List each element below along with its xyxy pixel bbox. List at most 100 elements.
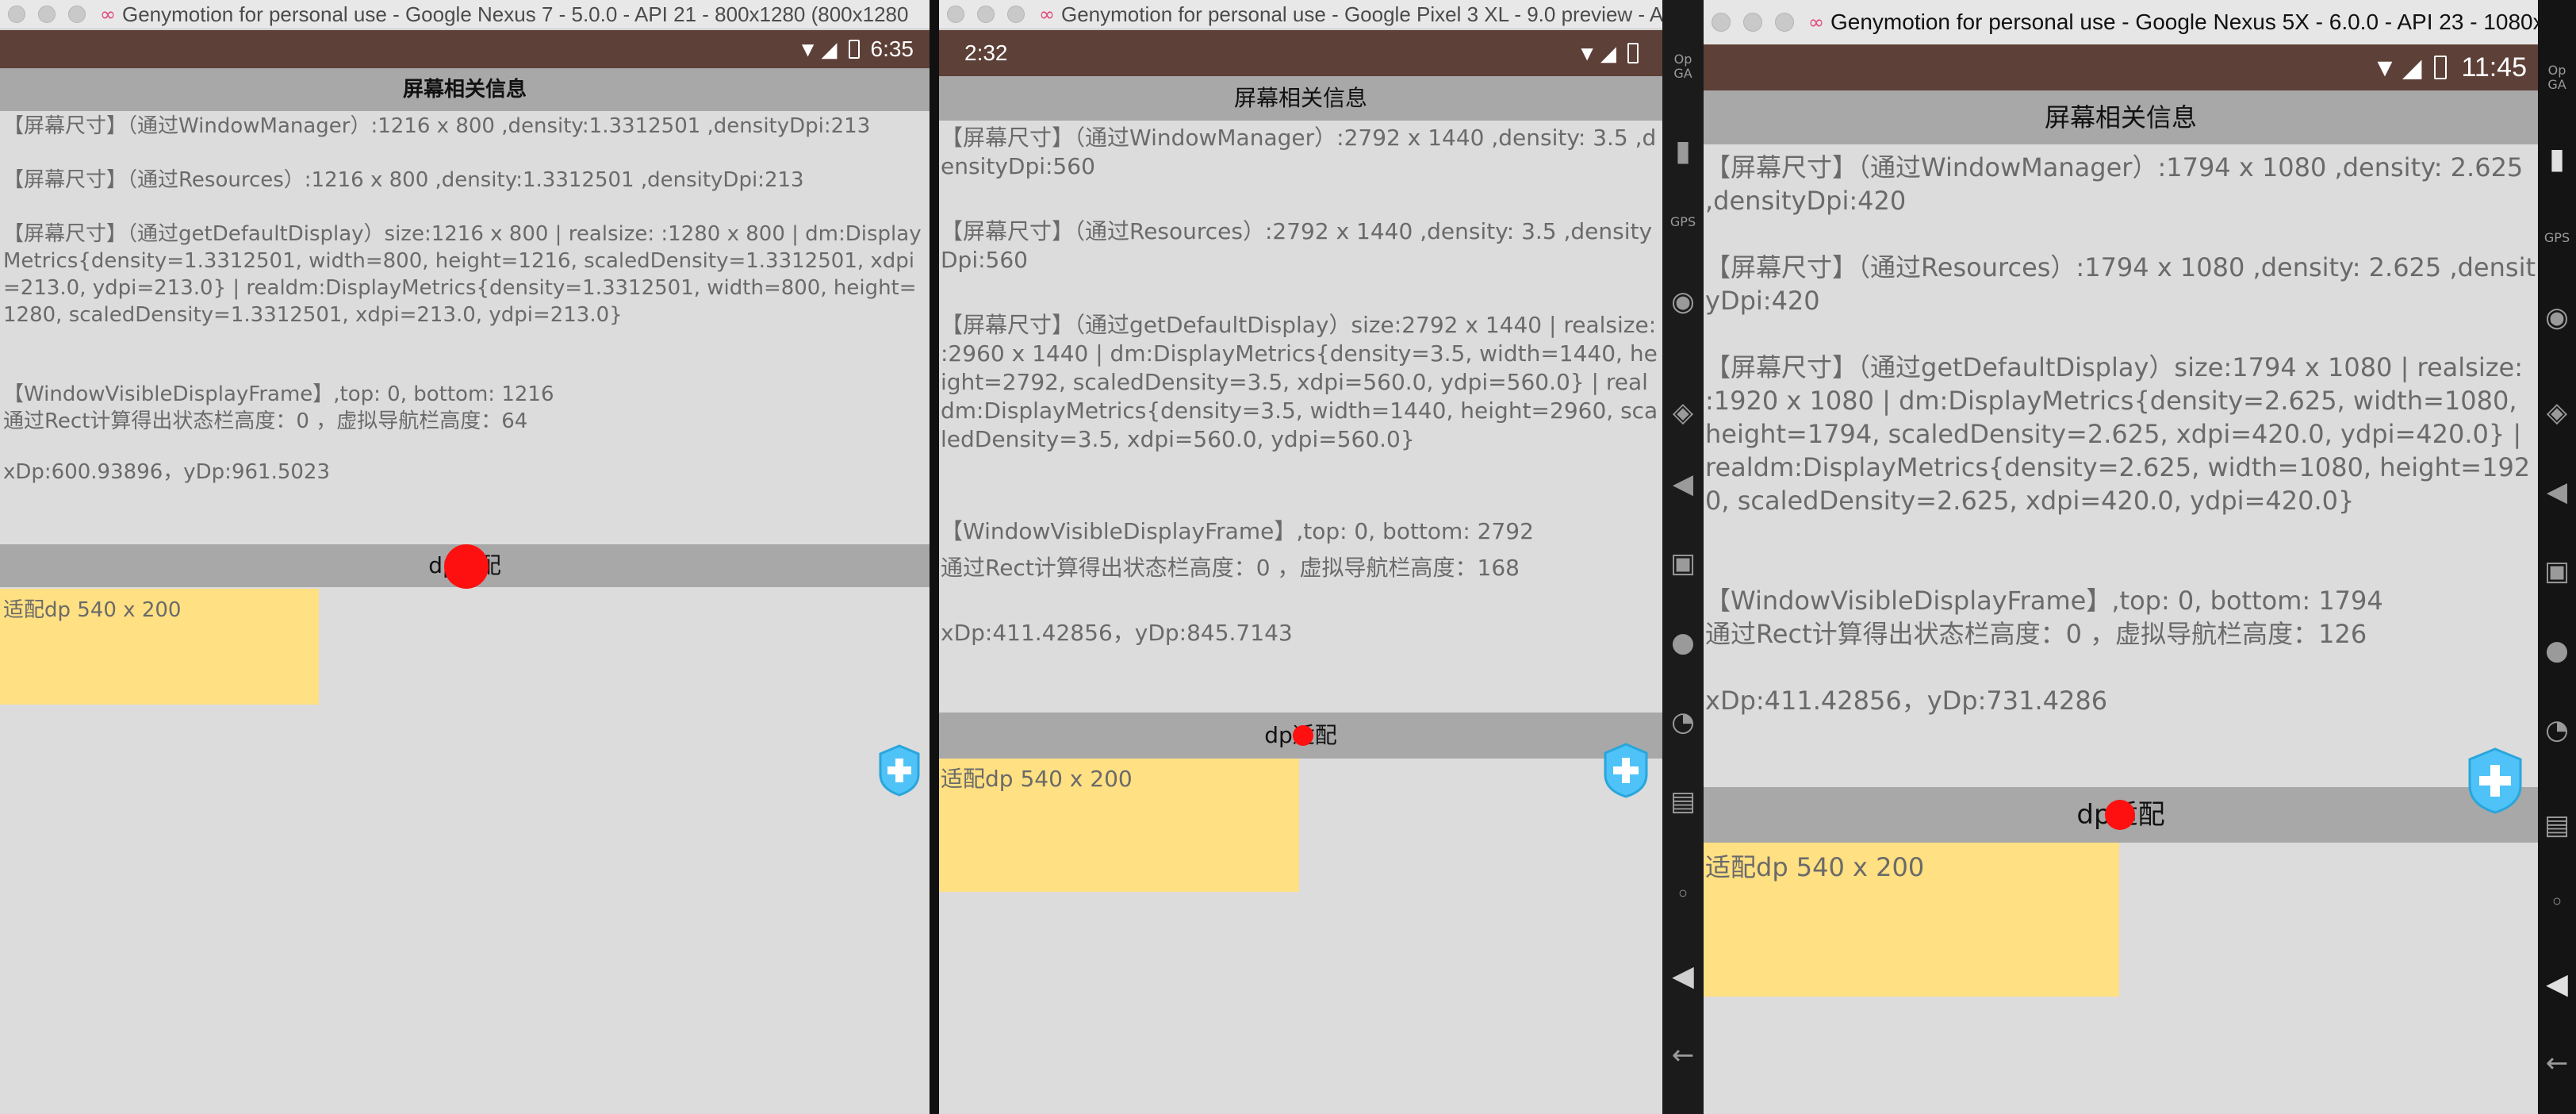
emulator-toolbar: Op GA ▮ GPS ◉ ◈ ◀ ▣ ● ◔ ▤ ◦ ◀ ← [2538,0,2576,1114]
red-dot[interactable] [1293,725,1313,746]
genymotion-logo-icon: ∞ [1808,11,1824,33]
info-xdp-ydp: xDp:600.93896，yDp:961.5023 [3,460,331,484]
share-icon[interactable]: ◦ [1676,881,1690,908]
screen-info-content: 【屏幕尺寸】（通过WindowManager）:1794 x 1080 ,den… [1704,151,2538,717]
battery-widget-icon[interactable]: ▮ [2549,143,2565,175]
remote-control-icon[interactable]: ◈ [1673,397,1693,428]
adapt-box-label: 适配dp 540 x 200 [3,598,182,622]
window-titlebar[interactable]: ∞ Genymotion for personal use - Google N… [1704,0,2538,45]
battery-widget-icon[interactable]: ▮ [1675,135,1691,167]
info-default-display: 【屏幕尺寸】（通过getDefaultDisplay）size:1794 x 1… [1705,352,2531,516]
gps-label[interactable]: GPS [1670,214,1696,229]
screen-info-content: 【屏幕尺寸】（通过WindowManager）:1216 x 800 ,dens… [0,113,930,486]
window-title: Genymotion for personal use - Google Pix… [1061,2,1662,26]
emulator-window-nexus7: ∞ Genymotion for personal use - Google N… [0,0,930,1114]
gapps-label[interactable]: Op GA [2540,63,2574,92]
adapt-box-label: 适配dp 540 x 200 [1705,852,1925,882]
volume-icon[interactable]: ◀ [1672,960,1694,993]
red-dot[interactable] [2105,800,2135,830]
window-divider [930,0,939,1114]
window-titlebar[interactable]: ∞ Genymotion for personal use - Google N… [0,0,930,29]
maximize-button[interactable] [1007,6,1025,23]
camera-widget-icon[interactable]: ◉ [1671,286,1695,317]
window-title: Genymotion for personal use - Google Nex… [1830,10,2538,34]
screen-info-content: 【屏幕尺寸】（通过WindowManager）:2792 x 1440 ,den… [939,122,1662,647]
battery-icon [2434,56,2448,79]
signal-icon: ◢ [821,36,838,61]
minimize-button[interactable] [977,6,995,23]
action-bar-title: 屏幕相关信息 [0,68,930,111]
record-icon[interactable]: ● [1671,627,1695,659]
signal-icon: ◢ [2402,53,2422,82]
maximize-button[interactable] [68,6,86,23]
floating-plus-icon[interactable] [877,744,922,797]
remote-control-icon[interactable]: ◈ [2547,397,2567,428]
back-nav-icon[interactable]: ◀ [2547,476,2567,508]
red-dot[interactable] [444,544,489,589]
screen-capture-icon[interactable]: ▣ [1670,547,1696,579]
back-arrow-icon[interactable]: ← [2546,1047,2569,1079]
minimize-button[interactable] [1743,13,1762,32]
emulator-window-nexus5x: ∞ Genymotion for personal use - Google N… [1704,0,2538,1114]
window-titlebar[interactable]: ∞ Genymotion for personal use - Google P… [939,0,1662,29]
status-time: 11:45 [2461,52,2527,83]
info-resources: 【屏幕尺寸】（通过Resources）:1216 x 800 ,density:… [3,168,804,192]
info-resources: 【屏幕尺寸】（通过Resources）:1794 x 1080 ,density… [1705,252,2536,316]
floating-plus-icon[interactable] [2467,747,2524,814]
gps-label[interactable]: GPS [2544,230,2570,245]
adapt-box: 适配dp 540 x 200 [0,589,319,705]
status-time: 2:32 [964,40,1008,65]
adapt-box: 适配dp 540 x 200 [939,759,1299,892]
gapps-label[interactable]: Op GA [1664,52,1702,81]
window-title: Genymotion for personal use - Google Nex… [122,2,909,26]
back-arrow-icon[interactable]: ← [1672,1039,1695,1071]
minimize-button[interactable] [38,6,56,23]
signal-icon: ◢ [1600,40,1616,65]
info-windowmanager: 【屏幕尺寸】（通过WindowManager）:1216 x 800 ,dens… [3,114,871,138]
wifi-icon: ▼ [1577,40,1597,65]
info-xdp-ydp: xDp:411.42856，yDp:731.4286 [1705,686,2108,716]
battery-icon [848,40,860,59]
adapt-box-label: 适配dp 540 x 200 [941,766,1133,792]
info-default-display: 【屏幕尺寸】（通过getDefaultDisplay）size:1216 x 8… [3,222,922,327]
status-bar: ▼ ◢ 11:45 [1704,44,2538,90]
genymotion-logo-icon: ∞ [1039,3,1055,25]
info-bar-heights: 通过Rect计算得出状态栏高度：0 ，虚拟导航栏高度：64 [3,409,528,433]
info-default-display: 【屏幕尺寸】（通过getDefaultDisplay）size:2792 x 1… [941,312,1658,452]
info-windowmanager: 【屏幕尺寸】（通过WindowManager）:1794 x 1080 ,den… [1705,152,2524,216]
share-icon[interactable]: ◦ [2550,889,2564,916]
rss-icon[interactable]: ◔ [1671,706,1695,738]
maximize-button[interactable] [1775,13,1794,32]
action-bar-title: 屏幕相关信息 [939,76,1662,121]
wifi-icon: ▼ [2372,52,2398,82]
id-icon[interactable]: ▤ [1670,786,1696,817]
info-resources: 【屏幕尺寸】（通过Resources）:2792 x 1440 ,density… [941,218,1653,273]
info-visible-frame: 【WindowVisibleDisplayFrame】,top: 0, bott… [941,518,1534,544]
record-icon[interactable]: ● [2545,635,2569,666]
back-nav-icon[interactable]: ◀ [1673,468,1693,500]
screen-capture-icon[interactable]: ▣ [2544,555,2570,587]
info-bar-heights: 通过Rect计算得出状态栏高度：0 ，虚拟导航栏高度：126 [1705,619,2367,649]
camera-widget-icon[interactable]: ◉ [2545,302,2569,333]
id-icon[interactable]: ▤ [2544,809,2570,841]
adapt-box: 适配dp 540 x 200 [1704,843,2119,997]
volume-icon[interactable]: ◀ [2546,968,2568,1001]
emulator-window-pixel3xl: ∞ Genymotion for personal use - Google P… [939,0,1662,1114]
close-button[interactable] [8,6,25,23]
wifi-icon: ▼ [797,36,818,61]
info-visible-frame: 【WindowVisibleDisplayFrame】,top: 0, bott… [3,382,554,406]
info-bar-heights: 通过Rect计算得出状态栏高度：0 ，虚拟导航栏高度：168 [941,555,1520,581]
genymotion-logo-icon: ∞ [100,3,116,25]
rss-icon[interactable]: ◔ [2545,714,2569,746]
status-time: 6:35 [870,36,914,61]
info-visible-frame: 【WindowVisibleDisplayFrame】,top: 0, bott… [1705,586,2383,616]
battery-icon [1627,43,1639,63]
close-button[interactable] [947,6,964,23]
emulator-toolbar: Op GA ▮ GPS ◉ ◈ ◀ ▣ ● ◔ ▤ ◦ ◀ ← [1662,0,1704,1114]
status-bar: ▼ ◢ 6:35 [0,30,930,68]
floating-plus-icon[interactable] [1602,743,1650,798]
status-bar: 2:32 ▼ ◢ [939,30,1662,76]
close-button[interactable] [1712,13,1731,32]
info-xdp-ydp: xDp:411.42856，yDp:845.7143 [941,620,1293,646]
action-bar-title: 屏幕相关信息 [1704,90,2538,144]
